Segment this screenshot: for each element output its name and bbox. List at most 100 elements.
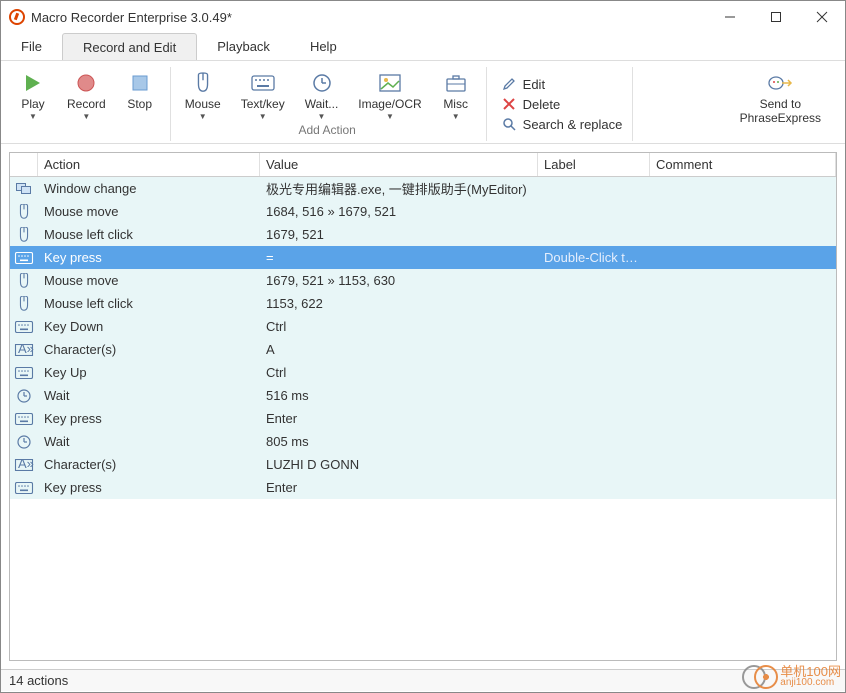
close-button[interactable] (799, 1, 845, 33)
table-row[interactable]: Mouse move1684, 516 » 1679, 521 (10, 200, 836, 223)
row-action: Key Down (38, 319, 260, 334)
table-row[interactable]: A» Character(s)LUZHI D GONN (10, 453, 836, 476)
clock-icon (312, 71, 332, 95)
imageocr-button[interactable]: Image/OCR ▼ (348, 67, 431, 123)
row-icon (10, 227, 38, 243)
row-action: Character(s) (38, 457, 260, 472)
menu-file[interactable]: File (1, 33, 62, 60)
row-value: 极光专用编辑器.exe, 一键排版助手(MyEditor) (260, 179, 538, 198)
row-action: Key press (38, 411, 260, 426)
play-button[interactable]: Play ▼ (9, 67, 57, 141)
mouse-button[interactable]: Mouse ▼ (175, 67, 231, 123)
row-action: Window change (38, 181, 260, 196)
table-row[interactable]: Key pressEnter (10, 407, 836, 430)
row-icon (10, 183, 38, 195)
table-row[interactable]: A»Character(s)A (10, 338, 836, 361)
playback-group: Play ▼ Record ▼ Stop (9, 67, 171, 141)
grid-header: Action Value Label Comment (10, 153, 836, 177)
phraseexpress-icon (768, 71, 792, 95)
content-area: Action Value Label Comment Window change… (1, 144, 845, 669)
row-icon: A» (10, 344, 38, 356)
table-row[interactable]: Mouse left click1679, 521 (10, 223, 836, 246)
header-comment[interactable]: Comment (650, 153, 836, 176)
grid-body[interactable]: Window change极光专用编辑器.exe, 一键排版助手(MyEdito… (10, 177, 836, 660)
row-label: Double-Click to add (538, 250, 650, 265)
table-row[interactable]: Key pressEnter (10, 476, 836, 499)
briefcase-icon (445, 71, 467, 95)
row-value: A (260, 342, 538, 357)
row-icon: A» (10, 459, 38, 471)
header-icon[interactable] (10, 153, 38, 176)
header-action[interactable]: Action (38, 153, 260, 176)
edit-group: Edit Delete Search & replace (491, 67, 634, 141)
stop-button[interactable]: Stop (116, 67, 164, 141)
minimize-button[interactable] (707, 1, 753, 33)
row-icon (10, 273, 38, 289)
add-action-group: Mouse ▼ Text/key ▼ Wait... ▼ Image/OCR ▼… (175, 67, 487, 141)
maximize-button[interactable] (753, 1, 799, 33)
sendto-group: Send to PhraseExpress (730, 67, 837, 141)
delete-button[interactable]: Delete (501, 96, 623, 112)
menu-playback[interactable]: Playback (197, 33, 290, 60)
stop-icon (130, 71, 150, 95)
action-grid: Action Value Label Comment Window change… (9, 152, 837, 661)
header-label[interactable]: Label (538, 153, 650, 176)
menu-bar: File Record and Edit Playback Help (1, 33, 845, 61)
row-value: Enter (260, 480, 538, 495)
row-action: Key press (38, 250, 260, 265)
table-row[interactable]: Wait516 ms (10, 384, 836, 407)
menu-help[interactable]: Help (290, 33, 357, 60)
add-action-label: Add Action (175, 123, 480, 141)
row-value: 805 ms (260, 434, 538, 449)
row-action: Key press (38, 480, 260, 495)
row-value: 1153, 622 (260, 296, 538, 311)
send-to-phraseexpress-button[interactable]: Send to PhraseExpress (730, 67, 831, 141)
table-row[interactable]: Wait805 ms (10, 430, 836, 453)
window-buttons (707, 1, 845, 33)
textkey-button[interactable]: Text/key ▼ (231, 67, 295, 123)
table-row[interactable]: Key DownCtrl (10, 315, 836, 338)
search-replace-button[interactable]: Search & replace (501, 116, 623, 132)
row-action: Mouse left click (38, 296, 260, 311)
misc-button[interactable]: Misc ▼ (432, 67, 480, 123)
wait-button[interactable]: Wait... ▼ (295, 67, 349, 123)
table-row[interactable]: Mouse left click1153, 622 (10, 292, 836, 315)
edit-button[interactable]: Edit (501, 76, 623, 92)
row-value: 1684, 516 » 1679, 521 (260, 204, 538, 219)
row-value: Enter (260, 411, 538, 426)
row-value: LUZHI D GONN (260, 457, 538, 472)
record-button[interactable]: Record ▼ (57, 67, 116, 141)
menu-record-edit[interactable]: Record and Edit (62, 33, 197, 60)
app-icon (9, 9, 25, 25)
toolbar: Play ▼ Record ▼ Stop Mouse ▼ Text/key ▼ (1, 61, 845, 144)
row-icon (10, 296, 38, 312)
svg-text:A»: A» (18, 459, 34, 471)
image-icon (379, 71, 401, 95)
window-title: Macro Recorder Enterprise 3.0.49* (31, 10, 707, 25)
row-action: Character(s) (38, 342, 260, 357)
record-icon (76, 71, 96, 95)
table-row[interactable]: Window change极光专用编辑器.exe, 一键排版助手(MyEdito… (10, 177, 836, 200)
table-row[interactable]: Key UpCtrl (10, 361, 836, 384)
row-icon (10, 252, 38, 264)
row-action: Wait (38, 434, 260, 449)
title-bar: Macro Recorder Enterprise 3.0.49* (1, 1, 845, 33)
row-value: = (260, 250, 538, 265)
header-value[interactable]: Value (260, 153, 538, 176)
row-action: Wait (38, 388, 260, 403)
row-value: 516 ms (260, 388, 538, 403)
row-icon (10, 482, 38, 494)
row-icon (10, 367, 38, 379)
row-action: Mouse move (38, 204, 260, 219)
search-icon (501, 116, 517, 132)
table-row[interactable]: Mouse move1679, 521 » 1153, 630 (10, 269, 836, 292)
row-value: 1679, 521 (260, 227, 538, 242)
row-action: Mouse move (38, 273, 260, 288)
delete-icon (501, 96, 517, 112)
play-icon (23, 71, 43, 95)
table-row[interactable]: Key press=Double-Click to add (10, 246, 836, 269)
status-text: 14 actions (9, 673, 68, 688)
mouse-icon (194, 71, 212, 95)
row-value: 1679, 521 » 1153, 630 (260, 273, 538, 288)
row-action: Key Up (38, 365, 260, 380)
